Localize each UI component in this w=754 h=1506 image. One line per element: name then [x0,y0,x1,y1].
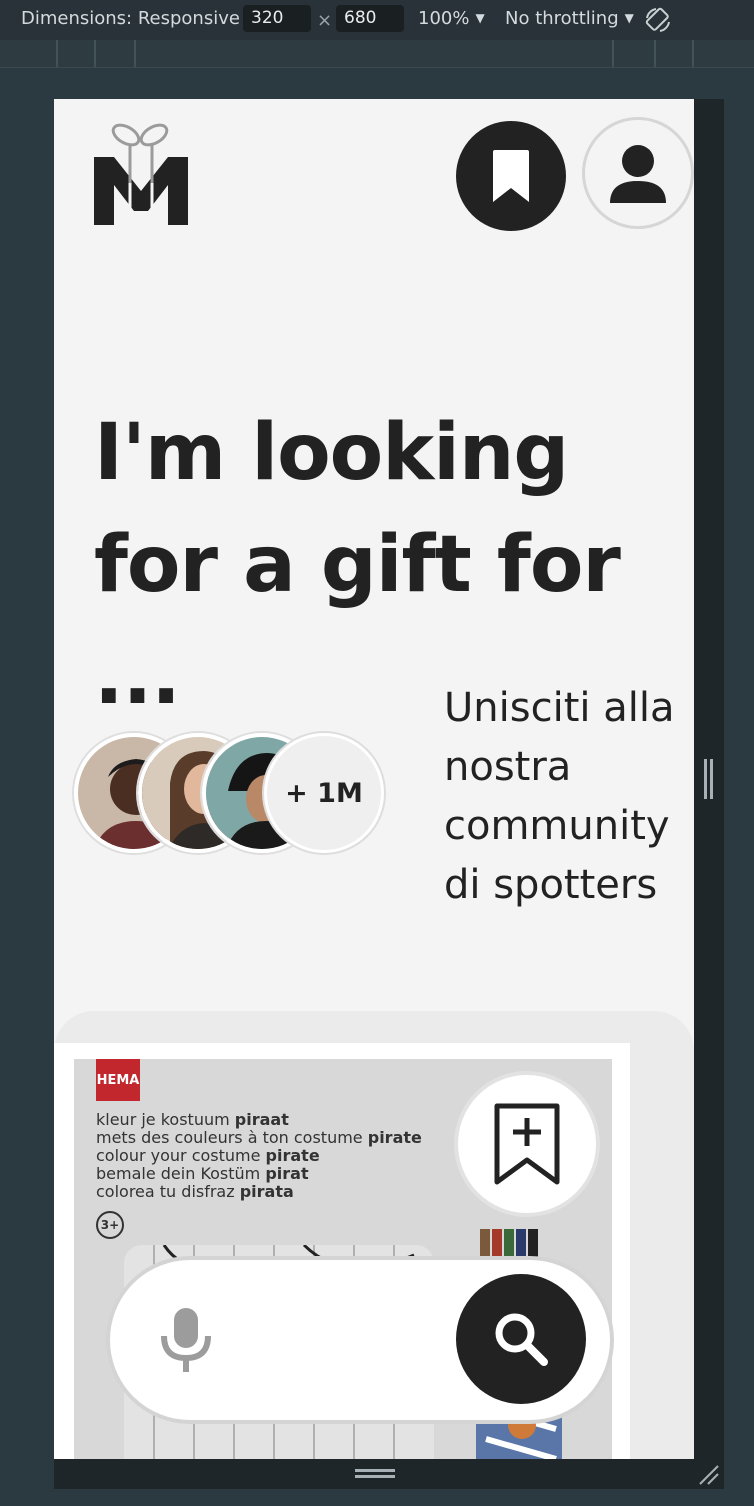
voice-search-bar[interactable] [106,1256,614,1424]
packaging-line: bemale dein Kostüm pirat [96,1164,309,1183]
community-invite-text: Unisciti alla nostra community di spotte… [444,679,694,915]
packaging-text: kleur je kostuum piraat mets des couleur… [96,1111,422,1201]
save-gift-button[interactable] [454,1071,600,1217]
saved-gifts-button[interactable] [456,121,566,231]
rotate-icon[interactable] [644,6,672,34]
packaging-line: mets des couleurs à ton costume pirate [96,1128,422,1147]
bookmark-icon [493,150,529,202]
zoom-label: 100% [418,8,470,29]
chevron-down-icon: ▼ [624,11,634,25]
resize-handle-bottom[interactable] [355,1469,395,1479]
devtools-toolbar: Dimensions: Responsive▼ 320 × 680 100%▼ … [0,0,754,40]
microphone-button[interactable] [150,1304,222,1376]
emulated-viewport: I'm looking for a gift for ... + 1M Unis… [54,99,694,1459]
times-sign: × [317,10,333,31]
packaging-line: kleur je kostuum piraat [96,1110,289,1129]
dimensions-label: Dimensions: Responsive [21,8,240,29]
community-line-1: Unisciti alla [444,685,675,731]
packaging-line: colorea tu disfraz pirata [96,1182,294,1201]
dimensions-dropdown[interactable]: Dimensions: Responsive▼ [21,8,255,29]
media-query-ruler [0,40,754,68]
throttling-label: No throttling [505,8,619,29]
ruler-tick [56,40,58,67]
resize-corner-icon[interactable] [698,1464,720,1486]
age-badge: 3+ [96,1211,124,1239]
ruler-tick [612,40,614,67]
user-icon [610,145,666,203]
community-line-4: di spotters [444,862,658,908]
height-input[interactable]: 680 [336,5,404,32]
throttling-dropdown[interactable]: No throttling ▼ [505,8,634,29]
ruler-tick [94,40,96,67]
packaging-line: colour your costume pirate [96,1146,320,1165]
zoom-dropdown[interactable]: 100% ▼ [418,8,485,29]
brand-logo: HEMA [96,1059,140,1101]
ruler-tick [654,40,656,67]
community-line-2: nostra [444,744,572,790]
microphone-icon [161,1308,211,1372]
member-count-badge: + 1M [264,733,384,853]
resize-handle-right[interactable] [704,759,714,799]
headline-line-1: I'm looking [94,408,569,498]
chevron-down-icon: ▼ [475,11,485,25]
profile-button[interactable] [582,117,694,229]
ruler-tick [692,40,694,67]
search-icon [495,1313,548,1366]
width-input[interactable]: 320 [243,5,311,32]
search-button[interactable] [456,1274,586,1404]
ruler-tick [134,40,136,67]
bookmark-plus-icon [494,1103,560,1185]
community-avatars: + 1M [74,729,394,855]
community-line-3: community [444,803,670,849]
gift-logo-icon[interactable] [92,121,190,227]
